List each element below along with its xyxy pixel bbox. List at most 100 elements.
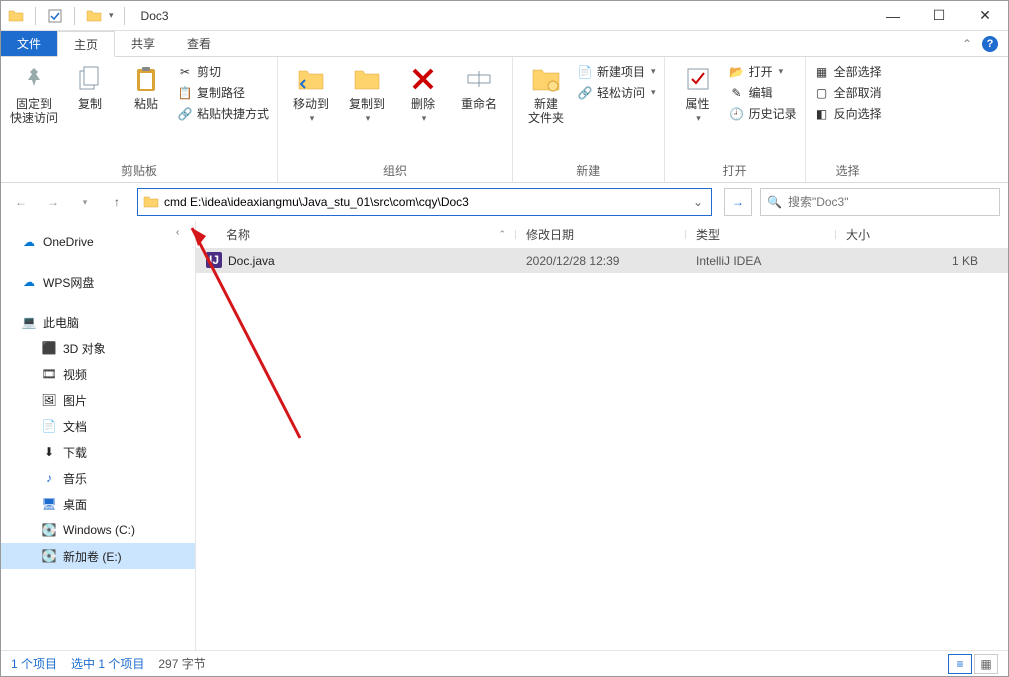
tab-home[interactable]: 主页	[57, 31, 115, 57]
sidebar-item-3dobjects[interactable]: ⬛3D 对象	[1, 335, 195, 361]
music-icon: ♪	[41, 470, 57, 486]
nav-pane[interactable]: ‹ ☁OneDrive ☁WPS网盘 💻此电脑 ⬛3D 对象 🎞视频 🖼图片 📄…	[1, 221, 196, 650]
video-icon: 🎞	[41, 366, 57, 382]
ribbon: 固定到 快速访问 复制 粘贴 ✂剪切 📋复制路径 🔗粘贴快捷方式 剪贴板	[1, 57, 1008, 183]
group-label-organize: 组织	[286, 162, 504, 182]
go-button[interactable]: →	[724, 188, 752, 216]
open-icon: 📂	[729, 64, 745, 80]
cloud-icon: ☁	[21, 274, 37, 290]
rename-icon	[463, 63, 495, 95]
back-button[interactable]: ←	[9, 190, 33, 214]
moveto-icon	[295, 63, 327, 95]
edit-button[interactable]: ✎编辑	[729, 84, 797, 101]
picture-icon: 🖼	[41, 392, 57, 408]
newitem-icon: 📄	[577, 64, 593, 80]
copyto-icon	[351, 63, 383, 95]
copy-to-button[interactable]: 复制到	[342, 61, 392, 124]
search-box[interactable]: 🔍	[760, 188, 1000, 216]
group-label-new: 新建	[521, 162, 656, 182]
file-row[interactable]: IJDoc.java 2020/12/28 12:39 IntelliJ IDE…	[196, 249, 1008, 273]
sidebar-item-edrive[interactable]: 💽新加卷 (E:)	[1, 543, 195, 569]
sidebar-item-videos[interactable]: 🎞视频	[1, 361, 195, 387]
select-all-button[interactable]: ▦全部选择	[814, 63, 882, 80]
history-button[interactable]: 🕘历史记录	[729, 105, 797, 122]
col-size[interactable]: 大小	[836, 226, 1008, 243]
delete-button[interactable]: 删除	[398, 61, 448, 124]
checkbox-icon[interactable]	[46, 7, 64, 25]
invert-selection-button[interactable]: ◧反向选择	[814, 105, 882, 122]
history-icon: 🕘	[729, 106, 745, 122]
easy-access-button[interactable]: 🔗轻松访问	[577, 84, 656, 101]
folder-icon	[142, 193, 160, 211]
qat-dropdown-icon[interactable]: ▾	[109, 10, 114, 21]
rename-button[interactable]: 重命名	[454, 61, 504, 111]
help-icon[interactable]: ?	[982, 36, 998, 52]
recent-button[interactable]: ▾	[73, 190, 97, 214]
sidebar-item-pictures[interactable]: 🖼图片	[1, 387, 195, 413]
open-button[interactable]: 📂打开	[729, 63, 797, 80]
sidebar-item-music[interactable]: ♪音乐	[1, 465, 195, 491]
group-label-open: 打开	[673, 162, 797, 182]
edit-icon: ✎	[729, 85, 745, 101]
forward-button[interactable]: →	[41, 190, 65, 214]
file-date: 2020/12/28 12:39	[516, 254, 686, 268]
copy-path-button[interactable]: 📋复制路径	[177, 84, 269, 101]
select-none-button[interactable]: ▢全部取消	[814, 84, 882, 101]
paste-button[interactable]: 粘贴	[121, 61, 171, 111]
sidebar-item-wps[interactable]: ☁WPS网盘	[1, 269, 195, 295]
sidebar-item-desktop[interactable]: 🖥桌面	[1, 491, 195, 517]
address-input[interactable]	[190, 195, 689, 209]
collapse-icon[interactable]: ‹	[176, 227, 190, 241]
desktop-icon: 🖥	[41, 496, 57, 512]
status-bar: 1 个项目 选中 1 个项目 297 字节 ≡ ▦	[1, 650, 1008, 676]
new-folder-button[interactable]: 新建 文件夹	[521, 61, 571, 126]
up-button[interactable]: ↑	[105, 190, 129, 214]
navbar: ← → ▾ ↑ cmd ⌄ → 🔍	[1, 183, 1008, 221]
invert-icon: ◧	[814, 106, 830, 122]
copy-button[interactable]: 复制	[65, 61, 115, 111]
sidebar-item-downloads[interactable]: ⬇下载	[1, 439, 195, 465]
pin-quickaccess-button[interactable]: 固定到 快速访问	[9, 61, 59, 126]
svg-text:IJ: IJ	[209, 253, 219, 267]
window-title: Doc3	[135, 9, 169, 23]
cube-icon: ⬛	[41, 340, 57, 356]
sidebar-item-onedrive[interactable]: ☁OneDrive	[1, 229, 195, 255]
close-button[interactable]: ✕	[962, 1, 1008, 31]
tab-share[interactable]: 共享	[115, 31, 171, 56]
col-type[interactable]: 类型	[686, 226, 836, 243]
paste-shortcut-button[interactable]: 🔗粘贴快捷方式	[177, 105, 269, 122]
tab-view[interactable]: 查看	[171, 31, 227, 56]
sidebar-item-documents[interactable]: 📄文档	[1, 413, 195, 439]
item-count: 1 个项目	[11, 655, 57, 672]
properties-button[interactable]: 属性	[673, 61, 723, 124]
thumbnails-view-button[interactable]: ▦	[974, 654, 998, 674]
selection-bytes: 297 字节	[158, 655, 205, 672]
col-date[interactable]: 修改日期	[516, 226, 686, 243]
group-label-select: 选择	[814, 162, 882, 182]
search-input[interactable]	[788, 195, 993, 209]
col-name[interactable]: 名称⌃	[196, 226, 516, 243]
download-icon: ⬇	[41, 444, 57, 460]
details-view-button[interactable]: ≡	[948, 654, 972, 674]
folder-icon	[7, 7, 25, 25]
sidebar-item-cdrive[interactable]: 💽Windows (C:)	[1, 517, 195, 543]
document-icon: 📄	[41, 418, 57, 434]
cut-button[interactable]: ✂剪切	[177, 63, 269, 80]
collapse-ribbon-icon[interactable]: ⌃	[962, 37, 972, 51]
search-icon: 🔍	[767, 195, 782, 209]
selection-count: 选中 1 个项目	[71, 655, 144, 672]
sidebar-item-thispc[interactable]: 💻此电脑	[1, 309, 195, 335]
tab-file[interactable]: 文件	[1, 31, 57, 56]
selectnone-icon: ▢	[814, 85, 830, 101]
folder-icon	[85, 7, 103, 25]
address-dropdown-icon[interactable]: ⌄	[689, 195, 707, 209]
maximize-button[interactable]: ☐	[916, 1, 962, 31]
move-to-button[interactable]: 移动到	[286, 61, 336, 124]
new-item-button[interactable]: 📄新建项目	[577, 63, 656, 80]
minimize-button[interactable]: —	[870, 1, 916, 31]
newfolder-icon	[530, 63, 562, 95]
file-list[interactable]: 名称⌃ 修改日期 类型 大小 IJDoc.java 2020/12/28 12:…	[196, 221, 1008, 650]
properties-icon	[682, 63, 714, 95]
address-bar[interactable]: cmd ⌄	[137, 188, 712, 216]
ribbon-tabs: 文件 主页 共享 查看 ⌃ ?	[1, 31, 1008, 57]
